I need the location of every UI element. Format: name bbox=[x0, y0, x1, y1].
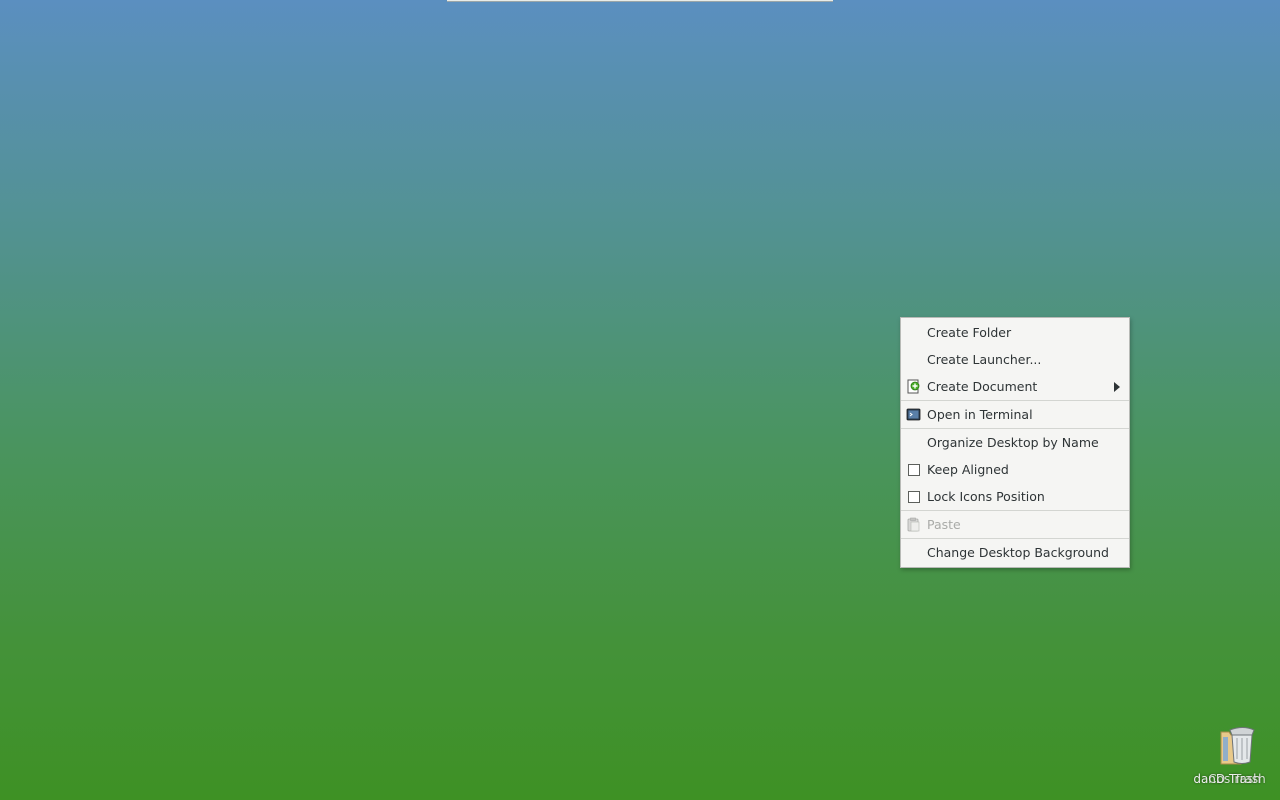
menu-item-label: Change Desktop Background bbox=[927, 545, 1109, 560]
menu-item-create-launcher[interactable]: Create Launcher... bbox=[901, 346, 1129, 373]
submenu-arrow-icon bbox=[1114, 382, 1120, 392]
menu-item-create-folder[interactable]: Create Folder bbox=[901, 319, 1129, 346]
trash-icon bbox=[1220, 727, 1255, 765]
terminal-icon bbox=[906, 408, 921, 421]
desktop[interactable]: Create Folder Create Launcher... Create … bbox=[0, 0, 1280, 800]
menu-item-lock-icons-position[interactable]: Lock Icons Position bbox=[901, 483, 1129, 510]
menu-item-label: Paste bbox=[927, 517, 961, 532]
window-edge bbox=[447, 0, 833, 2]
menu-item-keep-aligned[interactable]: Keep Aligned bbox=[901, 456, 1129, 483]
keep-aligned-checkbox[interactable] bbox=[908, 464, 920, 476]
paste-icon bbox=[907, 517, 920, 532]
menu-item-change-desktop-background[interactable]: Change Desktop Background bbox=[901, 539, 1129, 566]
menu-item-label: Create Folder bbox=[927, 325, 1012, 340]
menu-item-label: Create Document bbox=[927, 379, 1038, 394]
menu-item-organize-desktop[interactable]: Organize Desktop by Name bbox=[901, 429, 1129, 456]
new-document-icon bbox=[907, 379, 920, 394]
lock-icons-checkbox[interactable] bbox=[908, 491, 920, 503]
menu-item-label: Organize Desktop by Name bbox=[927, 435, 1099, 450]
menu-item-paste: Paste bbox=[901, 511, 1129, 538]
menu-item-label: Open in Terminal bbox=[927, 407, 1033, 422]
menu-item-label: Keep Aligned bbox=[927, 462, 1009, 477]
desktop-icon-trash[interactable]: danD Trash Cos Trash bbox=[1184, 722, 1270, 796]
desktop-context-menu: Create Folder Create Launcher... Create … bbox=[900, 317, 1130, 568]
menu-item-create-document[interactable]: Create Document bbox=[901, 373, 1129, 400]
menu-item-open-in-terminal[interactable]: Open in Terminal bbox=[901, 401, 1129, 428]
desktop-icon-label: Cos Trash bbox=[1208, 772, 1266, 786]
menu-item-label: Create Launcher... bbox=[927, 352, 1042, 367]
menu-item-label: Lock Icons Position bbox=[927, 489, 1045, 504]
